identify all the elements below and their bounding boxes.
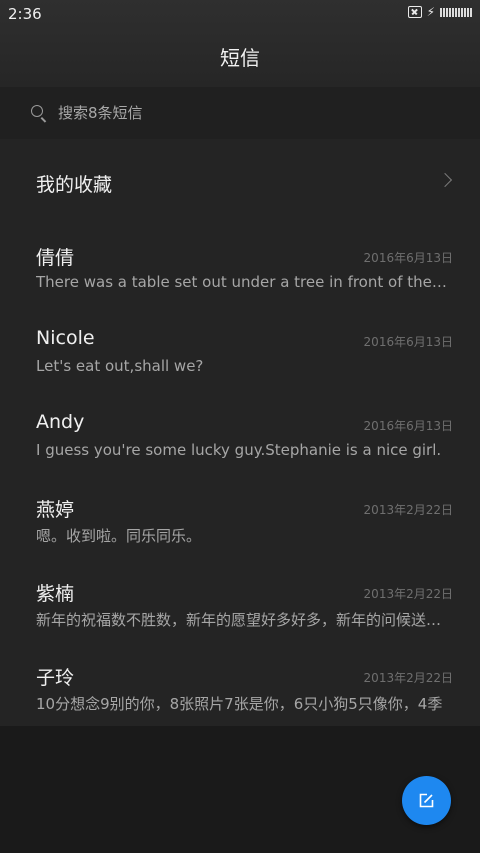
search-bar[interactable] [0, 87, 480, 139]
message-preview: 新年的祝福数不胜数，新年的愿望好多好多，新年的问候送给你 [36, 611, 450, 629]
message-date: 2016年6月13日 [363, 251, 453, 265]
messages-screen: 2:36 ⚡ 短信 我的收藏 倩倩 2016年6月13日 There was a… [0, 0, 480, 853]
message-preview: There was a table set out under a tree i… [36, 273, 450, 291]
app-header: 2:36 ⚡ 短信 [0, 0, 480, 87]
page-title: 短信 [220, 46, 260, 70]
status-bar: 2:36 ⚡ [0, 0, 480, 28]
search-input[interactable] [58, 101, 438, 125]
conversation-item[interactable]: 子玲 2013年2月22日 10分想念9别的你，8张照片7张是你，6只小狗5只像… [0, 663, 480, 747]
compose-icon [419, 793, 434, 808]
conversation-list: 我的收藏 倩倩 2016年6月13日 There was a table set… [0, 139, 480, 726]
contact-name: Andy [36, 411, 85, 433]
conversation-item[interactable]: Nicole 2016年6月13日 Let's eat out,shall we… [0, 327, 480, 411]
conversation-item[interactable]: 燕婷 2013年2月22日 嗯。收到啦。同乐同乐。 [0, 495, 480, 579]
search-icon [31, 105, 43, 117]
contact-name: 紫楠 [36, 583, 75, 605]
battery-icon [440, 7, 472, 17]
sim-error-icon [407, 6, 422, 18]
message-date: 2016年6月13日 [363, 335, 453, 349]
contact-name: 燕婷 [36, 499, 75, 521]
contact-name: Nicole [36, 327, 95, 349]
message-date: 2013年2月22日 [363, 503, 453, 517]
message-date: 2013年2月22日 [363, 587, 453, 601]
compose-button[interactable] [402, 776, 451, 825]
favorites-label: 我的收藏 [36, 174, 113, 196]
status-icons: ⚡ [407, 5, 472, 19]
message-date: 2016年6月13日 [363, 419, 453, 433]
message-preview: Let's eat out,shall we? [36, 357, 204, 375]
contact-name: 子玲 [36, 667, 75, 689]
message-preview: 10分想念9别的你，8张照片7张是你，6只小狗5只像你，4季 [36, 695, 443, 713]
conversation-item[interactable]: Andy 2016年6月13日 I guess you're some luck… [0, 411, 480, 495]
conversation-item[interactable]: 紫楠 2013年2月22日 新年的祝福数不胜数，新年的愿望好多好多，新年的问候送… [0, 579, 480, 663]
contact-name: 倩倩 [36, 247, 75, 269]
conversation-item[interactable]: 倩倩 2016年6月13日 There was a table set out … [0, 243, 480, 327]
message-preview: 嗯。收到啦。同乐同乐。 [36, 527, 202, 545]
status-time: 2:36 [8, 5, 42, 23]
message-preview: I guess you're some lucky guy.Stephanie … [36, 441, 442, 459]
charging-bolt-icon: ⚡ [426, 5, 435, 19]
chevron-right-icon [437, 172, 453, 188]
message-date: 2013年2月22日 [363, 671, 453, 685]
favorites-row[interactable]: 我的收藏 [0, 139, 480, 223]
